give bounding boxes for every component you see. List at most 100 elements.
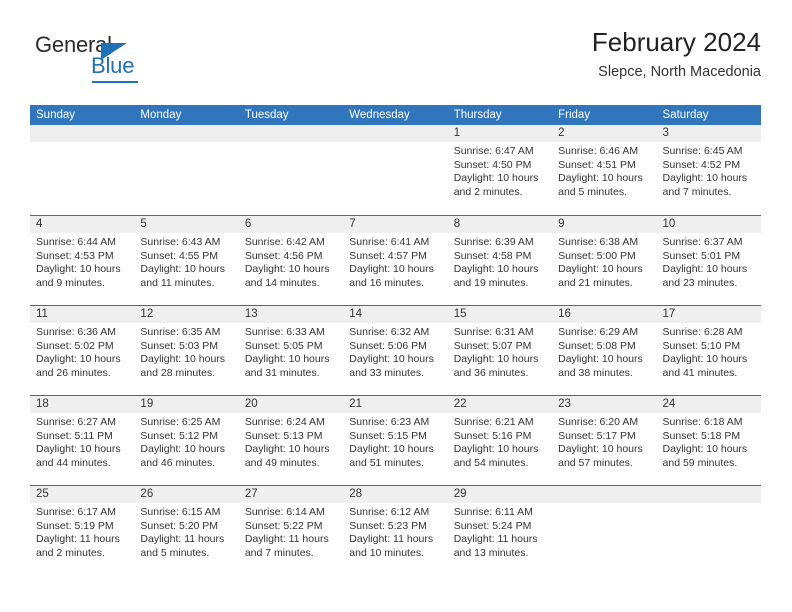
day-number[interactable]: 11 [30, 306, 134, 323]
day-detail-line: Sunset: 4:56 PM [244, 249, 323, 262]
day-cell[interactable]: Sunrise: 6:45 AM Sunset: 4:52 PM Daylight:… [657, 142, 761, 215]
day-detail-line: Sunrise: 6:31 AM [453, 326, 534, 338]
day-number[interactable]: 17 [657, 306, 761, 323]
day-number[interactable]: 19 [134, 396, 238, 413]
day-detail-line: Sunrise: 6:20 AM [558, 416, 639, 428]
day-cell[interactable]: Sunrise: 6:25 AM Sunset: 5:12 PM Daylight:… [134, 413, 238, 486]
day-cell[interactable]: Sunrise: 6:17 AM Sunset: 5:19 PM Daylight:… [30, 503, 134, 576]
day-cell[interactable]: Sunrise: 6:14 AM Sunset: 5:22 PM Daylight:… [239, 503, 343, 576]
day-cell-empty [343, 142, 447, 215]
day-detail-line: Daylight: 10 hours [453, 172, 539, 185]
day-cell[interactable]: Sunrise: 6:20 AM Sunset: 5:17 PM Daylight:… [552, 413, 656, 486]
day-number[interactable]: 24 [657, 396, 761, 413]
day-detail-line: Sunrise: 6:27 AM [36, 416, 116, 428]
day-number[interactable]: 15 [448, 306, 552, 323]
day-cell[interactable]: Sunrise: 6:18 AM Sunset: 5:18 PM Daylight:… [657, 413, 761, 486]
page-title: February 2024 [591, 27, 761, 57]
day-number[interactable]: 16 [552, 306, 656, 323]
day-cell[interactable]: Sunrise: 6:28 AM Sunset: 5:10 PM Daylight:… [657, 323, 761, 396]
day-detail-line: Sunrise: 6:45 AM [662, 145, 743, 157]
day-detail-line: and 26 minutes. [36, 366, 111, 379]
day-cell[interactable]: Sunrise: 6:41 AM Sunset: 4:57 PM Daylight:… [343, 233, 447, 306]
day-detail-line: Daylight: 10 hours [36, 263, 121, 276]
day-number[interactable]: 9 [552, 216, 656, 233]
day-number[interactable]: 3 [657, 125, 761, 142]
week-date-bar: 4 5 6 7 8 9 10 [30, 216, 761, 233]
day-cell[interactable]: Sunrise: 6:36 AM Sunset: 5:02 PM Daylight:… [30, 323, 134, 396]
day-detail-line: Daylight: 10 hours [558, 443, 643, 456]
day-detail-line: Sunrise: 6:43 AM [140, 236, 221, 248]
day-number[interactable]: 6 [239, 216, 343, 233]
day-detail-line: Daylight: 10 hours [662, 263, 748, 276]
day-number-empty [30, 125, 134, 142]
day-detail-line: Sunset: 5:16 PM [453, 429, 532, 442]
day-cell[interactable]: Sunrise: 6:11 AM Sunset: 5:24 PM Daylight:… [448, 503, 552, 576]
day-cell[interactable]: Sunrise: 6:43 AM Sunset: 4:55 PM Daylight:… [134, 233, 238, 306]
day-cell[interactable]: Sunrise: 6:27 AM Sunset: 5:11 PM Daylight:… [30, 413, 134, 486]
day-detail-line: Daylight: 10 hours [558, 263, 643, 276]
day-cell[interactable]: Sunrise: 6:47 AM Sunset: 4:50 PM Daylight:… [448, 142, 552, 215]
day-number[interactable]: 28 [343, 486, 447, 503]
day-detail-line: Sunrise: 6:15 AM [140, 506, 221, 518]
day-number[interactable]: 23 [552, 396, 656, 413]
day-number[interactable]: 14 [343, 306, 447, 323]
day-detail-line: Sunset: 5:00 PM [558, 249, 636, 262]
day-cell[interactable]: Sunrise: 6:24 AM Sunset: 5:13 PM Daylight:… [239, 413, 343, 486]
day-number[interactable]: 26 [134, 486, 238, 503]
weekday-header-monday: Monday [140, 109, 182, 121]
day-number[interactable]: 25 [30, 486, 134, 503]
day-detail-line: Sunrise: 6:21 AM [453, 416, 534, 428]
day-cell[interactable]: Sunrise: 6:33 AM Sunset: 5:05 PM Daylight:… [239, 323, 343, 396]
day-cell[interactable]: Sunrise: 6:37 AM Sunset: 5:01 PM Daylight:… [657, 233, 761, 306]
day-detail-line: Sunrise: 6:44 AM [36, 236, 116, 248]
day-number[interactable]: 8 [448, 216, 552, 233]
day-number-empty [552, 486, 656, 503]
day-detail-line: and 21 minutes. [558, 276, 633, 289]
day-detail-line: Sunrise: 6:33 AM [244, 326, 325, 338]
day-cell[interactable]: Sunrise: 6:35 AM Sunset: 5:03 PM Daylight:… [134, 323, 238, 396]
day-detail-line: Daylight: 11 hours [36, 533, 120, 546]
day-detail-line: Sunrise: 6:24 AM [244, 416, 325, 428]
day-cell[interactable]: Sunrise: 6:38 AM Sunset: 5:00 PM Daylight:… [552, 233, 656, 306]
day-number[interactable]: 1 [448, 125, 552, 142]
day-detail-line: Daylight: 10 hours [349, 443, 434, 456]
day-detail-line: Daylight: 10 hours [140, 353, 226, 366]
day-cell[interactable]: Sunrise: 6:39 AM Sunset: 4:58 PM Daylight:… [448, 233, 552, 306]
day-detail-line: and 28 minutes. [140, 366, 216, 379]
day-number[interactable]: 5 [134, 216, 238, 233]
day-cell[interactable]: Sunrise: 6:44 AM Sunset: 4:53 PM Daylight:… [30, 233, 134, 306]
calendar-week-row: 25 26 27 28 29 Sunrise: 6:17 AM Sunset: 5:19 P… [30, 485, 761, 576]
day-detail-line: Sunset: 5:18 PM [662, 429, 741, 442]
day-cell[interactable]: Sunrise: 6:32 AM Sunset: 5:06 PM Daylight:… [343, 323, 447, 396]
day-detail-line: Daylight: 10 hours [244, 443, 330, 456]
day-number[interactable]: 20 [239, 396, 343, 413]
day-number[interactable]: 10 [657, 216, 761, 233]
day-number[interactable]: 21 [343, 396, 447, 413]
day-number[interactable]: 7 [343, 216, 447, 233]
day-detail-line: Daylight: 10 hours [453, 443, 539, 456]
day-cell[interactable]: Sunrise: 6:31 AM Sunset: 5:07 PM Daylight:… [448, 323, 552, 396]
day-number[interactable]: 29 [448, 486, 552, 503]
day-cell[interactable]: Sunrise: 6:42 AM Sunset: 4:56 PM Daylight:… [239, 233, 343, 306]
day-cell[interactable]: Sunrise: 6:12 AM Sunset: 5:23 PM Daylight:… [343, 503, 447, 576]
day-detail-line: Sunset: 4:50 PM [453, 158, 532, 171]
week-info-bar: Sunrise: 6:27 AM Sunset: 5:11 PM Daylight:… [30, 413, 761, 486]
day-cell[interactable]: Sunrise: 6:23 AM Sunset: 5:15 PM Daylight:… [343, 413, 447, 486]
day-cell[interactable]: Sunrise: 6:46 AM Sunset: 4:51 PM Daylight:… [552, 142, 656, 215]
day-number[interactable]: 2 [552, 125, 656, 142]
day-number[interactable]: 13 [239, 306, 343, 323]
day-detail-line: Sunrise: 6:23 AM [349, 416, 430, 428]
day-detail-line: Sunrise: 6:39 AM [453, 236, 534, 248]
day-detail-line: and 54 minutes. [453, 456, 529, 469]
day-number[interactable]: 4 [30, 216, 134, 233]
day-detail-line: and 11 minutes. [140, 276, 215, 289]
day-cell[interactable]: Sunrise: 6:29 AM Sunset: 5:08 PM Daylight:… [552, 323, 656, 396]
week-info-bar: Sunrise: 6:44 AM Sunset: 4:53 PM Daylight:… [30, 233, 761, 306]
day-number[interactable]: 27 [239, 486, 343, 503]
day-detail-line: Sunset: 5:19 PM [36, 519, 114, 532]
day-cell[interactable]: Sunrise: 6:15 AM Sunset: 5:20 PM Daylight:… [134, 503, 238, 576]
day-number[interactable]: 18 [30, 396, 134, 413]
day-cell[interactable]: Sunrise: 6:21 AM Sunset: 5:16 PM Daylight:… [448, 413, 552, 486]
day-number[interactable]: 12 [134, 306, 238, 323]
day-number[interactable]: 22 [448, 396, 552, 413]
